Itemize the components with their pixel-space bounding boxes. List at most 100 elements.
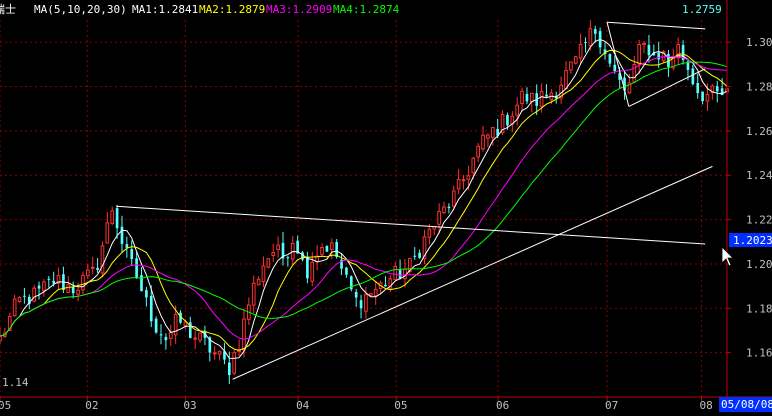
candle-body-down	[657, 52, 661, 60]
candle-body-up	[529, 92, 534, 103]
candle-body-up	[476, 145, 480, 158]
candle-body-up	[261, 265, 266, 283]
candle-body-up	[232, 352, 237, 374]
candle-body-down	[227, 362, 231, 376]
min-price-label: 1.14	[2, 376, 29, 389]
candle-body-up	[320, 246, 324, 255]
candle-body-down	[447, 206, 451, 209]
candle-body-up	[105, 222, 110, 244]
candle-body-up	[168, 332, 173, 339]
candle-body-down	[301, 252, 304, 260]
candle-body-down	[384, 284, 387, 287]
candle-body-down	[584, 42, 587, 44]
candle-body-down	[23, 295, 26, 297]
x-tick-label: 06	[496, 399, 509, 412]
candle-body-up	[85, 269, 90, 277]
ma3-value-label: MA3:1.2909	[266, 3, 332, 16]
candle-body-down	[96, 267, 99, 270]
candle-body-up	[486, 134, 490, 139]
candle-body-up	[242, 318, 246, 351]
y-tick-label: 1.24	[746, 169, 772, 182]
candle-body-up	[456, 179, 461, 190]
candle-body-down	[345, 267, 348, 275]
candle-body-up	[642, 42, 646, 45]
candle-body-up	[466, 175, 471, 180]
ma-params-label: MA(5,10,20,30)	[34, 3, 127, 16]
candle-body-up	[76, 289, 80, 295]
x-tick-label: 08	[700, 399, 713, 412]
chart-background	[0, 0, 772, 412]
x-tick-label: 04	[296, 399, 310, 412]
candle-body-up	[573, 56, 578, 64]
candle-body-down	[149, 295, 153, 322]
candle-body-up	[12, 298, 17, 317]
candle-body-up	[373, 289, 378, 297]
candle-body-up	[427, 228, 432, 238]
x-tick-label: 02	[85, 399, 98, 412]
candle-body-up	[564, 70, 568, 90]
candle-body-up	[110, 210, 115, 224]
candle-body-up	[437, 211, 441, 225]
candle-body-up	[310, 261, 315, 282]
candle-body-down	[525, 93, 529, 102]
candle-body-down	[159, 334, 163, 336]
candle-body-up	[461, 179, 466, 182]
candle-body-up	[515, 104, 520, 116]
candle-body-down	[354, 291, 358, 298]
candle-body-up	[256, 278, 261, 286]
candle-body-down	[359, 300, 363, 309]
candle-body-up	[364, 294, 368, 312]
candle-body-down	[286, 257, 290, 259]
candle-body-down	[418, 252, 421, 258]
candle-body-down	[696, 82, 700, 94]
candle-body-down	[608, 53, 612, 64]
candle-body-down	[593, 29, 597, 34]
ma4-value-label: MA4:1.2874	[333, 3, 400, 16]
candle-body-down	[413, 255, 417, 257]
candlestick-chart[interactable]: 1.30 1.28 1.26 1.24 1.22 1.20 1.18 1.16 05 02 03 04…	[0, 0, 772, 412]
candle-body-up	[212, 352, 217, 355]
candle-body-up	[520, 90, 524, 104]
candle-body-down	[125, 244, 129, 248]
candle-body-up	[329, 242, 334, 250]
candle-body-up	[471, 157, 476, 174]
candle-body-up	[193, 337, 198, 340]
candle-body-up	[17, 297, 22, 303]
y-tick-label: 1.18	[746, 302, 772, 315]
last-price-label: 1.2759	[682, 3, 722, 16]
x-tick-label: 05	[0, 399, 11, 412]
candle-body-down	[306, 256, 309, 279]
candle-body-down	[135, 258, 138, 279]
candle-body-up	[569, 61, 573, 71]
candle-body-up	[217, 351, 222, 355]
y-tick-label: 1.30	[746, 36, 772, 49]
candle-body-up	[266, 258, 271, 268]
symbol-label: 瑞士	[0, 2, 16, 16]
candle-body-down	[691, 68, 695, 85]
x-tick-label: 05	[394, 399, 407, 412]
candle-body-up	[198, 332, 202, 341]
candle-body-down	[71, 287, 75, 294]
candle-body-up	[66, 284, 71, 293]
y-tick-label: 1.28	[746, 81, 772, 94]
candle-body-up	[705, 94, 710, 102]
candle-body-up	[183, 321, 188, 326]
candle-body-up	[490, 127, 495, 138]
y-tick-label: 1.22	[746, 214, 772, 227]
candle-body-down	[37, 285, 41, 289]
candle-body-up	[588, 28, 593, 47]
candle-body-down	[115, 208, 119, 229]
candle-body-down	[47, 278, 51, 280]
candle-body-down	[613, 64, 617, 72]
candle-body-up	[539, 91, 544, 107]
candle-body-up	[637, 43, 642, 65]
candle-body-down	[647, 44, 651, 56]
ma1-value-label: MA1:1.2841	[132, 3, 198, 16]
candle-body-down	[154, 318, 158, 333]
candle-body-up	[271, 252, 276, 257]
y-tick-label: 1.26	[746, 125, 772, 138]
candle-body-up	[578, 44, 583, 59]
candle-body-up	[42, 281, 46, 291]
candle-body-down	[130, 249, 134, 260]
candle-body-down	[545, 94, 548, 97]
